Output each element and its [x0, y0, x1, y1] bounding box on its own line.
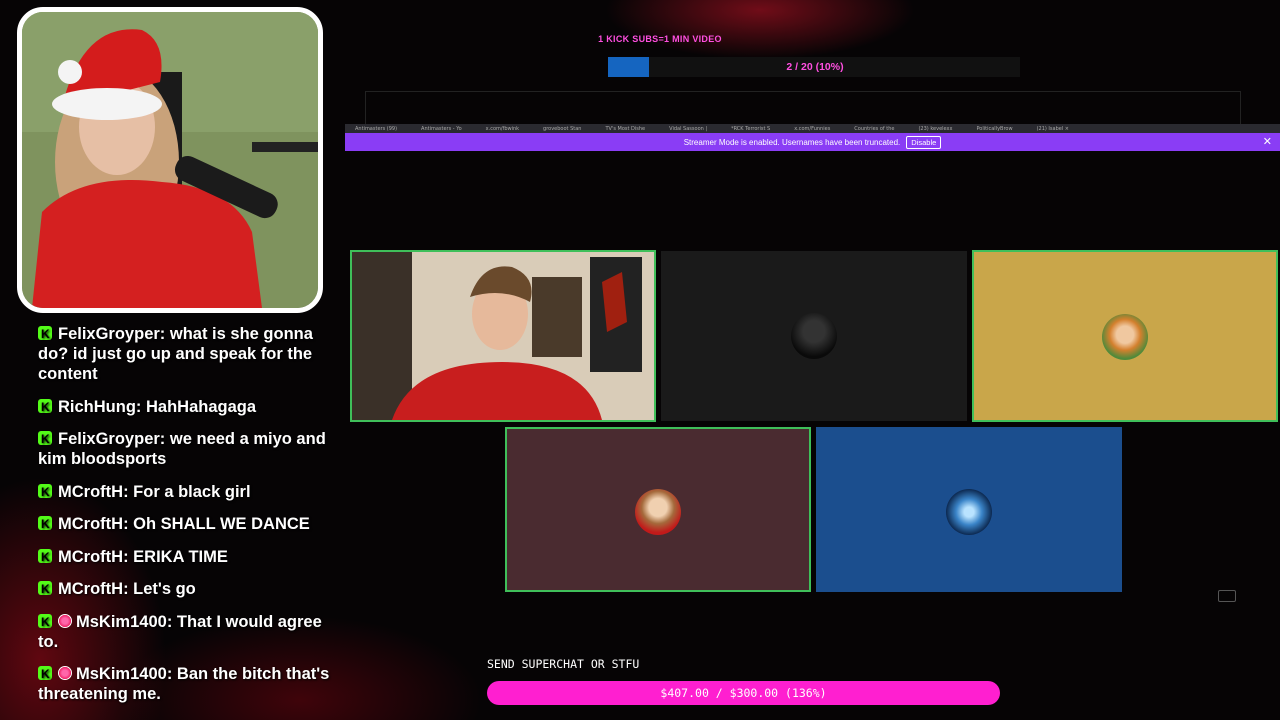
chat-message: MCroftH: Let's go	[38, 579, 338, 599]
browser-tab[interactable]: (23) kevelexx	[908, 126, 962, 132]
kick-badge-icon	[38, 324, 52, 344]
browser-tab[interactable]: x.com/Funnies	[784, 126, 840, 132]
video-tile-participant-5[interactable]	[816, 427, 1122, 592]
chat-message: RichHung: HahHahagaga	[38, 397, 338, 417]
chat-message: MsKim1400: Ban the bitch that's threaten…	[38, 664, 338, 704]
streamer-mode-text: Streamer Mode is enabled. Usernames have…	[683, 137, 901, 147]
superchat-goal-bar: $407.00 / $300.00 (136%)	[487, 681, 1000, 705]
chat-message: MCroftH: Oh SHALL WE DANCE	[38, 514, 338, 534]
kick-badge-icon	[38, 612, 52, 632]
chat-message: MsKim1400: That I would agree to.	[38, 612, 338, 652]
background-controls	[415, 586, 1255, 610]
kick-badge-icon	[38, 547, 52, 567]
chat-username: MCroftH	[58, 547, 124, 566]
close-icon[interactable]: ✕	[1263, 135, 1272, 148]
browser-tab[interactable]: TV's Most Dishe	[595, 126, 655, 132]
superchat-progress-text: $407.00 / $300.00 (136%)	[660, 686, 827, 700]
streamer-webcam	[17, 7, 323, 313]
chat-username: FelixGroyper	[58, 430, 160, 448]
participant-avatar	[1102, 314, 1148, 360]
browser-tab[interactable]: Antimasters - Yo	[411, 126, 472, 132]
sub-goal-bar-fill	[608, 57, 649, 77]
browser-tab[interactable]: x.com/fbwink	[476, 126, 529, 132]
chat-username: RichHung	[58, 397, 136, 416]
browser-tab-bar: Antimasters (99) Antimasters - Yo x.com/fb…	[345, 124, 1280, 133]
participant-avatar	[791, 313, 837, 359]
kick-badge-icon	[38, 664, 52, 684]
subscriber-badge-icon	[58, 613, 72, 628]
browser-tab[interactable]: Antimasters (99)	[345, 126, 407, 132]
kick-badge-icon	[38, 579, 52, 599]
browser-tab[interactable]: groveboot Stan	[533, 126, 591, 132]
chat-username: MCroftH	[58, 482, 124, 501]
video-tile-participant-3[interactable]	[972, 250, 1278, 422]
browser-tab[interactable]: *RCK Terrorist S	[721, 126, 780, 132]
sub-goal-progress: 2 / 20 (10%)	[786, 61, 844, 73]
chat-username: MCroftH	[58, 515, 124, 533]
superchat-label: SEND SUPERCHAT OR STFU	[487, 657, 640, 671]
chat-feed: FelixGroyper: what is she gonna do? id j…	[38, 324, 338, 717]
browser-tab[interactable]: PoliticallyBrow	[966, 126, 1022, 132]
participant-avatar	[635, 489, 681, 535]
disable-button[interactable]: Disable	[906, 135, 942, 149]
chat-username: MCroftH	[58, 580, 124, 598]
video-tile-webcam-guy[interactable]	[350, 250, 656, 422]
chat-message: FelixGroyper: what is she gonna do? id j…	[38, 324, 338, 384]
chat-message: FelixGroyper: we need a miyo and kim blo…	[38, 429, 338, 469]
chat-text: Let's go	[133, 580, 196, 598]
chat-text: ERIKA TIME	[133, 547, 228, 566]
participant-avatar	[946, 489, 992, 535]
streamer-mode-banner: Streamer Mode is enabled. Usernames have…	[345, 133, 1280, 151]
chat-text: For a black girl	[133, 482, 251, 501]
chat-username: MsKim1400	[76, 665, 167, 683]
chat-message: MCroftH: For a black girl	[38, 482, 338, 502]
participant-video-image	[352, 252, 654, 420]
browser-tab[interactable]: (21) Isabel ×	[1027, 126, 1079, 132]
chat-username: FelixGroyper	[58, 325, 160, 343]
kick-badge-icon	[38, 429, 52, 449]
kick-badge-icon	[38, 514, 52, 534]
subscriber-badge-icon	[58, 666, 72, 680]
browser-tab[interactable]: Vidal Sassoon |	[659, 126, 717, 132]
browser-tab[interactable]: Countries of the	[844, 126, 904, 132]
sub-goal-title: 1 KICK SUBS=1 MIN VIDEO	[598, 34, 722, 44]
chat-message: MCroftH: ERIKA TIME	[38, 547, 338, 567]
kick-badge-icon	[38, 482, 52, 502]
kick-badge-icon	[38, 397, 52, 417]
fullscreen-icon[interactable]	[1218, 590, 1236, 602]
video-tile-participant-2[interactable]	[661, 251, 967, 421]
chat-text: HahHahagaga	[146, 397, 257, 416]
chat-username: MsKim1400	[76, 612, 167, 631]
streamer-figure-image	[22, 12, 318, 308]
chat-text: Oh SHALL WE DANCE	[133, 515, 310, 533]
video-tile-participant-4[interactable]: ✋	[505, 427, 833, 592]
